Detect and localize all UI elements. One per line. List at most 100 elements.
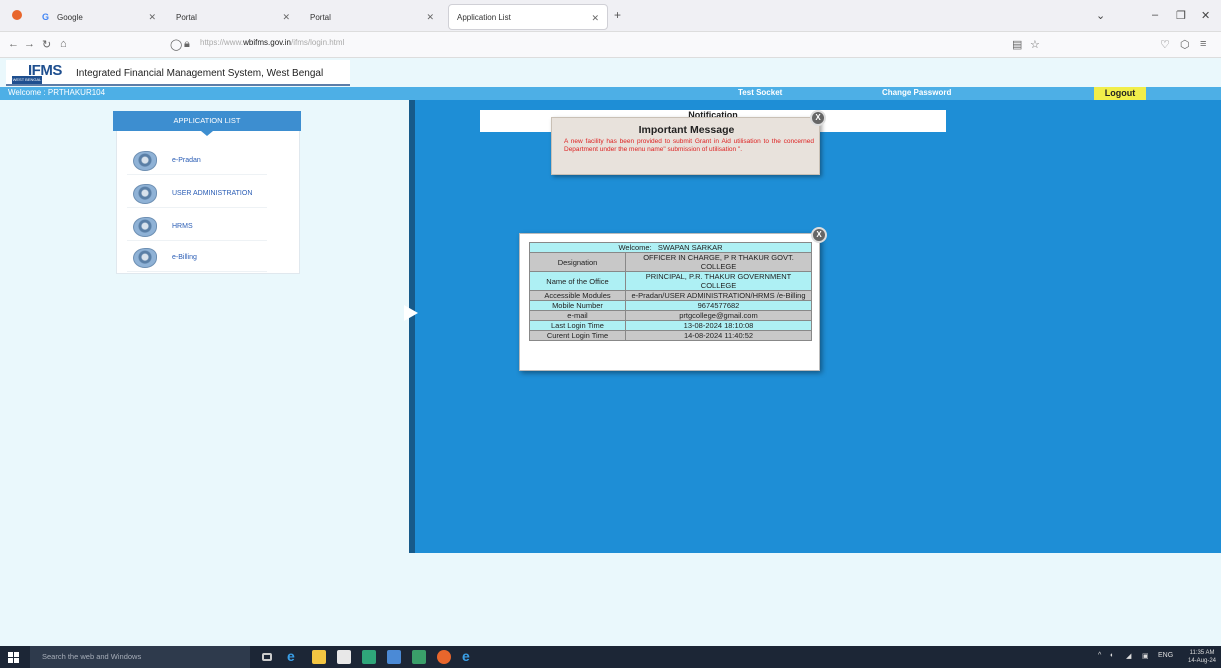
lock-icon[interactable]: 🔒︎ bbox=[184, 38, 190, 51]
edge-icon[interactable]: e bbox=[287, 648, 301, 664]
volume-icon[interactable]: ◢ bbox=[1126, 652, 1131, 660]
table-row: Curent Login Time 14-08-2024 11:40:52 bbox=[529, 330, 812, 341]
bookmark-star-icon[interactable]: ☆ bbox=[1030, 38, 1040, 51]
forward-icon[interactable]: → bbox=[24, 38, 35, 50]
app-item-user-administration[interactable]: USER ADMINISTRATION bbox=[127, 180, 267, 208]
welcome-label: Welcome bbox=[618, 243, 650, 252]
designation-value: OFFICER IN CHARGE, P R THAKUR GOVT. COLL… bbox=[625, 252, 812, 272]
google-icon: G bbox=[42, 12, 50, 22]
important-message-title: Important Message bbox=[638, 124, 735, 136]
tab-google[interactable]: G Google ✕ bbox=[34, 4, 164, 30]
close-icon[interactable]: ✕ bbox=[148, 12, 156, 23]
logo-banner: IFMS WEST BENGAL Integrated Financial Ma… bbox=[6, 60, 350, 86]
last-login-value: 13-08-2024 18:10:08 bbox=[625, 320, 812, 331]
navigation-bar: ← → ↻ ⌂ ◯ 🔒︎ https://www.wbifms.gov.in/i… bbox=[0, 32, 1221, 58]
app-item-e-billing[interactable]: e-Billing bbox=[127, 244, 267, 272]
url-domain: wbifms.gov.in bbox=[243, 38, 291, 47]
restore-icon[interactable]: ❐ bbox=[1176, 9, 1186, 22]
app-item-label: e-Pradan bbox=[172, 157, 201, 164]
close-window-icon[interactable]: ✕ bbox=[1201, 9, 1210, 22]
modules-label: Accessible Modules bbox=[529, 290, 626, 301]
change-password-link[interactable]: Change Password bbox=[882, 88, 951, 97]
notification-tray-icon[interactable]: ▣ bbox=[1142, 652, 1149, 660]
welcome-cell: Welcome: SWAPAN SARKAR bbox=[529, 242, 812, 253]
email-label: e-mail bbox=[529, 310, 626, 321]
shield-icon[interactable]: ◯ bbox=[170, 38, 182, 51]
app-item-label: HRMS bbox=[172, 223, 193, 230]
reader-view-icon[interactable]: ▤ bbox=[1012, 38, 1022, 51]
tray-chevron-icon[interactable]: ^ bbox=[1098, 652, 1101, 659]
firefox-icon[interactable] bbox=[437, 650, 451, 664]
internet-explorer-icon[interactable]: e bbox=[462, 648, 476, 664]
menu-icon[interactable]: ≡ bbox=[1200, 38, 1206, 50]
task-view-icon[interactable] bbox=[262, 653, 272, 661]
test-socket-link[interactable]: Test Socket bbox=[738, 88, 782, 97]
app-item-hrms[interactable]: HRMS bbox=[127, 213, 267, 241]
table-row: Mobile Number 9674577682 bbox=[529, 300, 812, 311]
app-icon-teal[interactable] bbox=[412, 650, 426, 664]
table-row: Last Login Time 13-08-2024 18:10:08 bbox=[529, 320, 812, 331]
collapse-arrow-icon[interactable] bbox=[404, 305, 418, 321]
app-icon bbox=[133, 216, 157, 237]
extensions-icon[interactable]: ⬡ bbox=[1180, 38, 1190, 51]
windows-start-icon[interactable] bbox=[8, 652, 19, 663]
taskbar-clock[interactable]: 11:35 AM 14-Aug-24 bbox=[1188, 649, 1216, 665]
tab-portal-2[interactable]: Portal ✕ bbox=[302, 4, 442, 30]
app-icon bbox=[133, 183, 157, 204]
app-item-label: USER ADMINISTRATION bbox=[172, 190, 253, 197]
network-icon[interactable]: ◐ bbox=[1110, 652, 1114, 659]
mobile-value: 9674577682 bbox=[625, 300, 812, 311]
tab-application-list[interactable]: Application List ✕ bbox=[448, 4, 608, 30]
close-icon[interactable]: ✕ bbox=[282, 12, 290, 23]
tab-label: Application List bbox=[457, 12, 511, 22]
logout-button[interactable]: Logout bbox=[1094, 87, 1146, 100]
clock-date: 14-Aug-24 bbox=[1188, 658, 1217, 664]
important-message-popup: Important Message A new facility has bee… bbox=[551, 117, 820, 175]
app-icon-green[interactable] bbox=[362, 650, 376, 664]
close-icon[interactable]: ✕ bbox=[591, 13, 599, 24]
welcome-name: SWAPAN SARKAR bbox=[657, 243, 723, 252]
welcome-user-label: Welcome : PRTHAKUR104 bbox=[8, 88, 106, 97]
table-row: Designation OFFICER IN CHARGE, P R THAKU… bbox=[529, 252, 812, 272]
modules-value: e-Pradan/USER ADMINISTRATION/HRMS /e-Bil… bbox=[625, 290, 812, 301]
application-list-title: APPLICATION LIST bbox=[113, 111, 301, 136]
app-item-e-pradan[interactable]: e-Pradan bbox=[127, 147, 267, 175]
table-row: Accessible Modules e-Pradan/USER ADMINIS… bbox=[529, 290, 812, 301]
tab-portal-1[interactable]: Portal ✕ bbox=[168, 4, 298, 30]
office-value: PRINCIPAL, P.R. THAKUR GOVERNMENT COLLEG… bbox=[625, 271, 812, 291]
app-icon-blue[interactable] bbox=[387, 650, 401, 664]
url-prefix: https://www. bbox=[200, 38, 244, 47]
taskbar-search-input[interactable]: Search the web and Windows bbox=[30, 646, 250, 668]
close-icon[interactable]: ✕ bbox=[426, 12, 434, 23]
close-welcome-button[interactable]: X bbox=[811, 227, 827, 243]
table-row: Welcome: SWAPAN SARKAR bbox=[529, 242, 812, 253]
close-message-button[interactable]: X bbox=[810, 110, 826, 126]
mobile-label: Mobile Number bbox=[529, 300, 626, 311]
list-tabs-icon[interactable]: ⌄ bbox=[1096, 9, 1105, 22]
user-details-table: Welcome: SWAPAN SARKAR Designation OFFIC… bbox=[529, 242, 812, 341]
url-field[interactable]: https://www.wbifms.gov.in/ifms/login.htm… bbox=[200, 38, 344, 47]
app-icon bbox=[133, 247, 157, 268]
application-list-panel: APPLICATION LIST e-Pradan USER ADMINISTR… bbox=[113, 111, 301, 274]
new-tab-button[interactable]: + bbox=[614, 8, 621, 22]
important-message-body: A new facility has been provided to subm… bbox=[564, 138, 814, 153]
table-row: Name of the Office PRINCIPAL, P.R. THAKU… bbox=[529, 271, 812, 291]
minimize-icon[interactable]: – bbox=[1152, 9, 1158, 21]
top-menu-bar: Welcome : PRTHAKUR104 Test Socket Change… bbox=[0, 87, 1221, 100]
home-icon[interactable]: ⌂ bbox=[60, 38, 67, 50]
welcome-details-popup: Welcome: SWAPAN SARKAR Designation OFFIC… bbox=[519, 233, 820, 371]
last-login-label: Last Login Time bbox=[529, 320, 626, 331]
reload-icon[interactable]: ↻ bbox=[42, 38, 51, 51]
site-header: IFMS WEST BENGAL Integrated Financial Ma… bbox=[0, 58, 1221, 87]
tab-label: Portal bbox=[310, 12, 331, 22]
table-row: e-mail prtgcollege@gmail.com bbox=[529, 310, 812, 321]
clock-time: 11:35 AM bbox=[1189, 650, 1215, 656]
language-indicator[interactable]: ENG bbox=[1158, 652, 1173, 659]
file-explorer-icon[interactable] bbox=[312, 650, 326, 664]
current-login-value: 14-08-2024 11:40:52 bbox=[625, 330, 812, 341]
back-icon[interactable]: ← bbox=[8, 38, 19, 50]
firefox-menu-icon[interactable] bbox=[12, 10, 22, 20]
tab-label: Google bbox=[57, 12, 83, 22]
store-icon[interactable] bbox=[337, 650, 351, 664]
pocket-icon[interactable]: ♡ bbox=[1160, 38, 1170, 51]
